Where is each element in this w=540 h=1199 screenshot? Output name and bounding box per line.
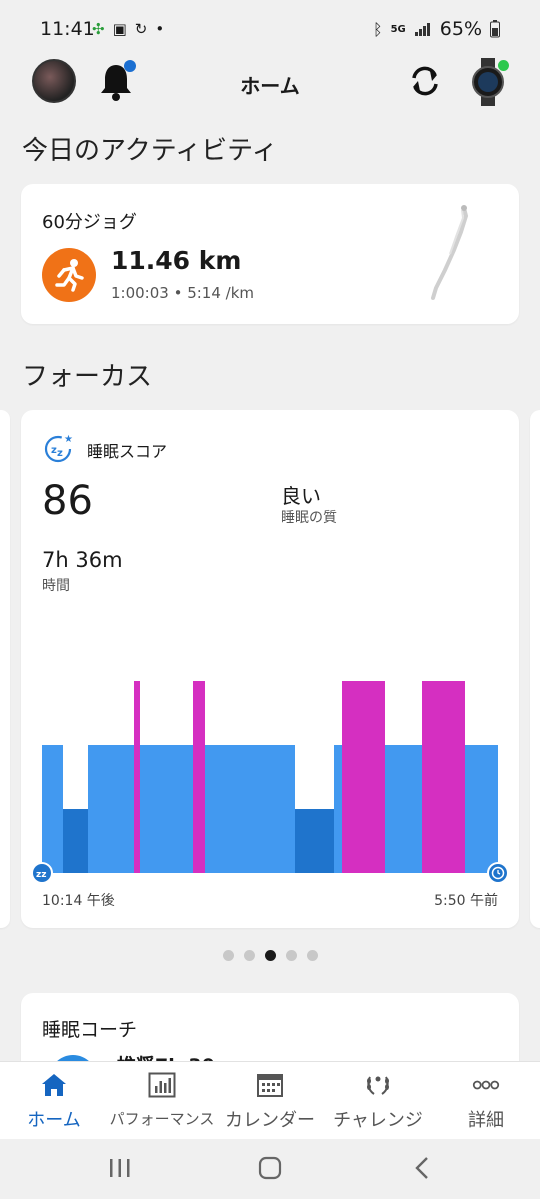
recent-apps-icon[interactable] [108,1157,132,1179]
activity-distance: 11.46 km [111,246,242,275]
sleep-stage-rem [342,681,385,873]
sleep-stage-deep [295,809,334,873]
dot-icon: • [155,20,165,38]
nav-challenges[interactable]: チャレンジ [324,1062,432,1140]
svg-text:z: z [57,448,63,459]
refresh-small-icon: ↻ [134,20,148,38]
activity-meta: 1:00:03 • 5:14 /km [111,284,255,302]
network-label: 5G [390,23,406,35]
running-icon [42,248,96,302]
pager-dots[interactable] [0,950,540,961]
pager-dot[interactable] [243,950,255,961]
prev-card-peek[interactable] [0,410,10,928]
battery-icon [490,20,500,38]
activity-card[interactable]: 60分ジョグ 11.46 km 1:00:03 • 5:14 /km [21,184,519,324]
back-icon[interactable] [412,1156,432,1180]
sleep-stage-light [88,745,295,873]
nav-calendar[interactable]: カレンダー [216,1062,324,1140]
sleep-duration-label: 時間 [42,578,70,594]
laurel-icon [367,1076,389,1095]
bluetooth-icon: ᛒ [372,19,383,39]
next-card-peek[interactable] [530,410,540,928]
system-nav-bar [0,1139,540,1199]
status-time: 11:41 [40,18,95,40]
app-header: ホーム [0,56,540,116]
nav-more[interactable]: 詳細 [432,1062,540,1140]
nav-home[interactable]: ホーム [0,1062,108,1140]
svg-text:★: ★ [64,434,73,445]
bar-chart-icon [148,1072,176,1098]
sleep-stage-light [42,745,63,873]
nav-challenges-label: チャレンジ [333,1110,423,1131]
nav-calendar-label: カレンダー [225,1110,315,1131]
nav-home-label: ホーム [27,1110,81,1131]
pager-dot[interactable] [222,950,234,961]
battery-label: 65% [439,18,482,40]
fan-icon: ✣ [92,20,105,38]
sleep-duration: 7h 36m [42,548,123,572]
sleep-start-icon: zz [31,862,53,884]
sleep-quality: 良い [281,484,321,508]
notification-icons: ✣ ▣ ↻ • [92,20,164,38]
sleep-quality-label: 睡眠の質 [281,510,337,526]
nav-more-label: 詳細 [468,1110,504,1131]
sleep-stages-chart: zz [31,681,509,884]
nav-performance-label: パフォーマンス [109,1110,215,1128]
status-bar: 11:41 ✣ ▣ ↻ • ᛒ 5G 65% [0,0,540,58]
sleep-stage-rem [422,681,465,873]
sleep-stage-deep [63,809,88,873]
watch-connected-dot [498,60,509,71]
bottom-nav: ホーム パフォーマンス カレンダー チャレンジ 詳細 [0,1061,540,1139]
home-icon [42,1074,66,1096]
signal-icon [414,23,430,36]
sync-icon[interactable] [406,62,444,100]
pager-dot[interactable] [285,950,297,961]
calendar-icon [257,1074,283,1097]
sleep-score-label: 睡眠スコア [87,442,168,461]
focus-section-title: フォーカス [22,362,153,392]
sleep-end-icon [487,862,509,884]
route-map [431,205,469,300]
page-title: ホーム [240,74,300,98]
svg-text:zz: zz [36,870,46,880]
sleep-score-value: 86 [42,478,93,524]
sleep-end-time: 5:50 午前 [434,893,498,909]
pager-dot-active[interactable] [264,950,276,961]
nav-performance[interactable]: パフォーマンス [108,1062,216,1140]
sleep-icon: z z ★ [44,434,73,463]
sleep-start-time: 10:14 午後 [42,893,115,909]
image-icon: ▣ [112,20,127,38]
sleep-coach-label: 睡眠コーチ [42,1019,138,1041]
more-icon [472,1080,500,1090]
sleep-stage-rem [134,681,140,873]
activity-section-title: 今日のアクティビティ [22,136,278,166]
pager-dot[interactable] [306,950,318,961]
sleep-score-card[interactable]: z z ★ 睡眠スコア 86 良い 睡眠の質 7h 36m 時間 zz 10:1… [21,410,519,928]
sleep-stage-rem [193,681,205,873]
activity-name: 60分ジョグ [42,212,137,233]
status-right: ᛒ 5G 65% [373,18,500,40]
home-button-icon[interactable] [258,1156,282,1180]
